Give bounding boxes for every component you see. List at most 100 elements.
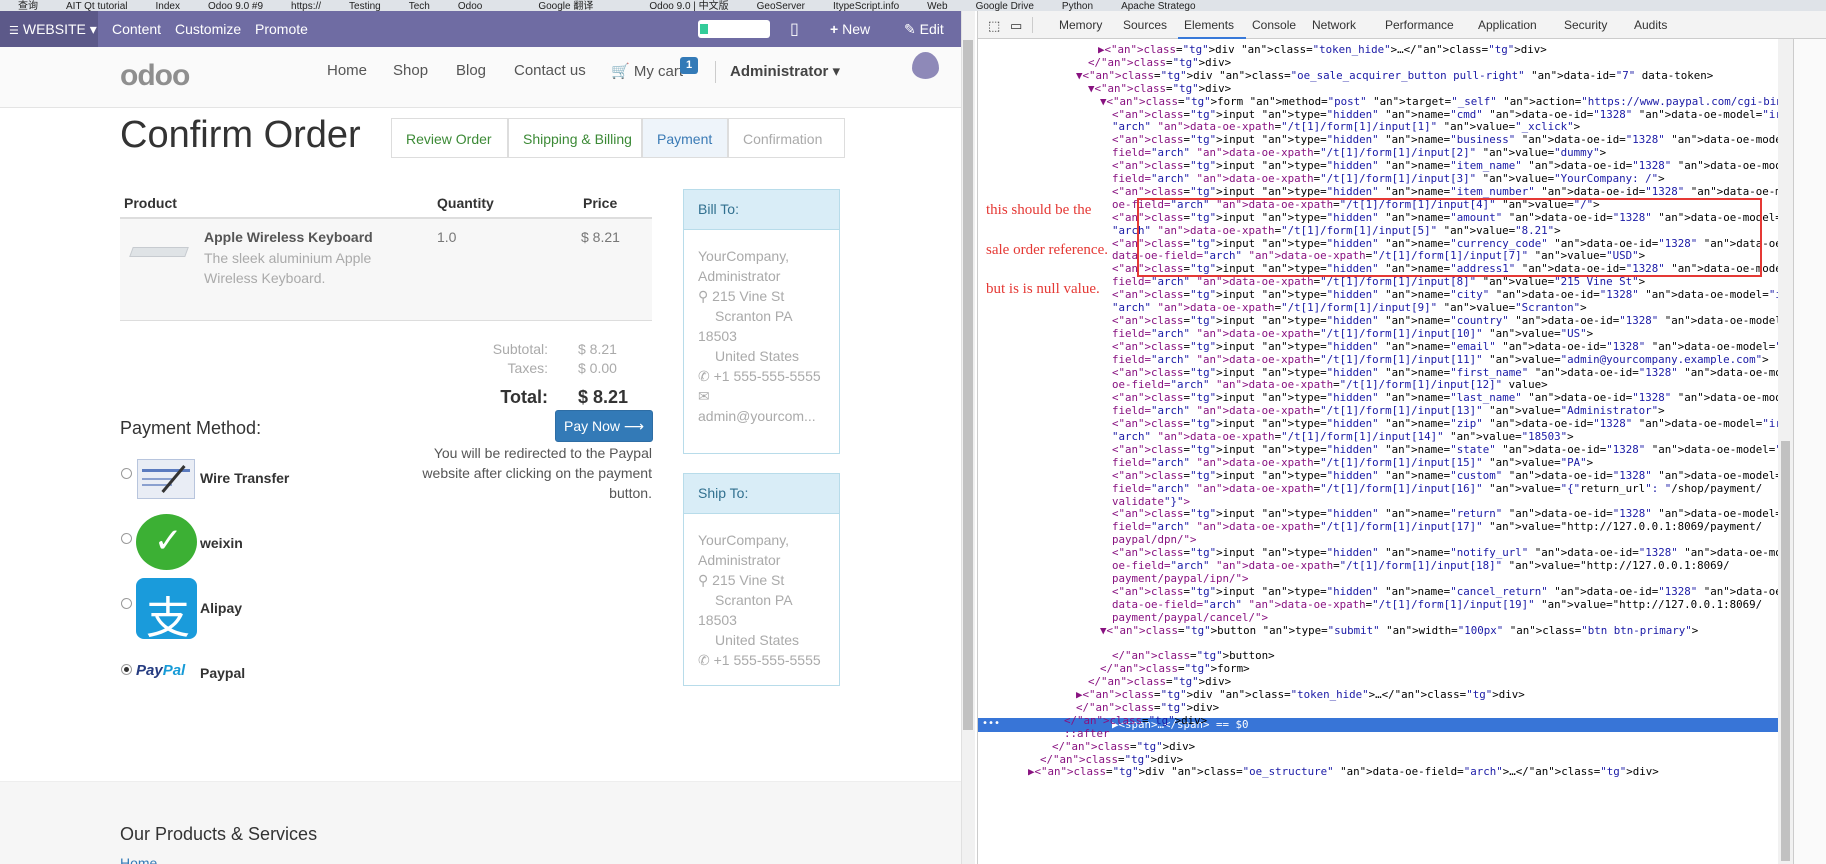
tab-application[interactable]: Application bbox=[1478, 18, 1537, 32]
dom-line[interactable]: field="arch" "an">data-oe-xpath="/t[1]/f… bbox=[1112, 275, 1645, 289]
dom-line[interactable]: <"an">class="tg">input "an">type="hidden… bbox=[1112, 507, 1793, 521]
step-shipping-billing[interactable]: Shipping & Billing bbox=[508, 118, 642, 158]
dom-line[interactable]: <"an">class="tg">input "an">type="hidden… bbox=[1112, 108, 1793, 122]
dom-line[interactable]: ▶<"an">class="tg">div "an">class="token_… bbox=[1076, 688, 1525, 702]
bookmark-item[interactable]: Apache Stratego bbox=[1121, 1, 1196, 11]
dom-line[interactable]: <"an">class="tg">input "an">type="hidden… bbox=[1112, 133, 1793, 147]
dom-line[interactable]: </"an">class="tg">div> bbox=[1088, 56, 1231, 70]
weixin-label[interactable]: weixin bbox=[200, 535, 243, 551]
odoo-logo[interactable]: odoo bbox=[120, 59, 190, 93]
dom-line[interactable]: </"an">class="tg">div> bbox=[1076, 701, 1219, 715]
paypal-label[interactable]: Paypal bbox=[200, 665, 245, 681]
dom-line[interactable]: <"an">class="tg">input "an">type="hidden… bbox=[1112, 391, 1793, 405]
dom-line[interactable]: field="arch" "an">data-oe-xpath="/t[1]/f… bbox=[1112, 172, 1665, 186]
user-menu[interactable]: Administrator ▾ bbox=[730, 62, 840, 80]
paypal-radio[interactable] bbox=[121, 664, 132, 675]
tab-elements[interactable]: Elements bbox=[1184, 18, 1234, 32]
weixin-radio[interactable] bbox=[121, 533, 132, 544]
dom-line[interactable]: ▼<"an">class="tg">button "an">type="subm… bbox=[1100, 624, 1698, 638]
dom-line[interactable]: data-oe-field="arch" "an">data-oe-xpath=… bbox=[1112, 598, 1762, 612]
wire-transfer-label[interactable]: Wire Transfer bbox=[200, 470, 289, 486]
bookmark-item[interactable]: Web bbox=[927, 1, 947, 11]
bookmark-item[interactable]: Odoo 9.0 | 中文版 bbox=[649, 0, 728, 11]
customize-menu[interactable]: Customize bbox=[175, 21, 241, 37]
dom-line[interactable]: ▼<"an">class="tg">form "an">method="post… bbox=[1100, 95, 1793, 109]
dom-line[interactable]: payment/paypal/ipn/"> bbox=[1112, 572, 1249, 586]
nav-cart[interactable]: 🛒 My cart bbox=[611, 62, 683, 80]
bookmark-item[interactable]: GeoServer bbox=[757, 1, 805, 11]
wire-transfer-radio[interactable] bbox=[121, 468, 132, 479]
bookmark-item[interactable]: Python bbox=[1062, 1, 1093, 11]
nav-blog[interactable]: Blog bbox=[456, 62, 486, 79]
dom-line[interactable]: <"an">class="tg">input "an">type="hidden… bbox=[1112, 546, 1793, 560]
dom-line[interactable]: <"an">class="tg">input "an">type="hidden… bbox=[1112, 314, 1793, 328]
dom-line[interactable]: oe-field="arch" "an">data-oe-xpath="/t[1… bbox=[1112, 378, 1548, 392]
dom-line[interactable]: oe-field="arch" "an">data-oe-xpath="/t[1… bbox=[1112, 559, 1730, 573]
dom-line[interactable]: field="arch" "an">data-oe-xpath="/t[1]/f… bbox=[1112, 146, 1606, 160]
tab-memory[interactable]: Memory bbox=[1059, 18, 1102, 32]
dom-line[interactable]: <"an">class="tg">input "an">type="hidden… bbox=[1112, 417, 1793, 431]
step-review-order[interactable]: Review Order bbox=[391, 118, 508, 158]
dom-line[interactable]: </"an">class="tg">div> bbox=[1052, 740, 1195, 754]
bookmark-item[interactable]: AIT Qt tutorial bbox=[66, 1, 128, 11]
dom-line[interactable]: ▶<"an">class="tg">div "an">class="oe_str… bbox=[1028, 765, 1659, 779]
bookmark-item[interactable]: ItypeScript.info bbox=[833, 1, 899, 11]
dom-line[interactable]: field="arch" "an">data-oe-xpath="/t[1]/f… bbox=[1112, 456, 1593, 470]
device-toolbar-icon[interactable]: ▭ bbox=[1010, 18, 1022, 34]
tab-audits[interactable]: Audits bbox=[1634, 18, 1667, 32]
dom-line[interactable]: ::after bbox=[1064, 727, 1110, 741]
tab-console[interactable]: Console bbox=[1252, 18, 1296, 32]
dom-line[interactable]: <"an">class="tg">input "an">type="hidden… bbox=[1112, 288, 1793, 302]
dom-line[interactable]: </"an">class="tg">button> bbox=[1112, 649, 1275, 663]
bookmark-item[interactable]: Odoo bbox=[458, 1, 482, 11]
pay-now-button[interactable]: Pay Now ⟶ bbox=[555, 410, 653, 442]
mobile-preview-icon[interactable]: ▯ bbox=[790, 19, 799, 39]
bookmark-item[interactable]: https:// bbox=[291, 1, 321, 11]
nav-home[interactable]: Home bbox=[327, 62, 367, 79]
dom-line[interactable]: </"an">class="tg">form> bbox=[1100, 662, 1250, 676]
bookmark-item[interactable]: Google Drive bbox=[976, 1, 1034, 11]
dom-line[interactable]: <"an">class="tg">input "an">type="hidden… bbox=[1112, 585, 1793, 599]
content-menu[interactable]: Content bbox=[112, 21, 161, 37]
new-button[interactable]: + New bbox=[830, 21, 870, 37]
dom-line[interactable]: <"an">class="tg">input "an">type="hidden… bbox=[1112, 340, 1793, 354]
dom-line[interactable]: field="arch" "an">data-oe-xpath="/t[1]/f… bbox=[1112, 404, 1665, 418]
theme-drop-icon[interactable] bbox=[912, 52, 939, 79]
keyboard-image[interactable] bbox=[129, 247, 189, 257]
footer-home-link[interactable]: Home bbox=[120, 855, 157, 864]
dom-line[interactable]: <"an">class="tg">input "an">type="hidden… bbox=[1112, 185, 1793, 199]
dom-line[interactable]: field="arch" "an">data-oe-xpath="/t[1]/f… bbox=[1112, 327, 1593, 341]
tab-performance[interactable]: Performance bbox=[1385, 18, 1454, 32]
inspect-element-icon[interactable]: ⬚ bbox=[988, 18, 1000, 34]
bookmark-item[interactable]: Odoo 9.0 #9 bbox=[208, 1, 263, 11]
bookmark-item[interactable]: Tech bbox=[409, 1, 430, 11]
dom-line[interactable]: field="arch" "an">data-oe-xpath="/t[1]/f… bbox=[1112, 353, 1769, 367]
website-menu-label[interactable]: ☰ WEBSITE ▾ bbox=[9, 21, 97, 38]
dom-line[interactable]: <"an">class="tg">input "an">type="hidden… bbox=[1112, 366, 1793, 380]
dom-line[interactable]: "arch" "an">data-oe-xpath="/t[1]/form[1]… bbox=[1112, 301, 1587, 315]
dom-line[interactable]: field="arch" "an">data-oe-xpath="/t[1]/f… bbox=[1112, 482, 1762, 496]
nav-contact[interactable]: Contact us bbox=[514, 62, 586, 79]
nav-shop[interactable]: Shop bbox=[393, 62, 428, 79]
alipay-label[interactable]: Alipay bbox=[200, 600, 242, 616]
alipay-radio[interactable] bbox=[121, 598, 132, 609]
dom-line[interactable]: <"an">class="tg">input "an">type="hidden… bbox=[1112, 443, 1793, 457]
dom-line[interactable]: ▼<"an">class="tg">div "an">class="oe_sal… bbox=[1076, 69, 1713, 83]
dom-tree-scrollbar-thumb[interactable] bbox=[1781, 441, 1790, 861]
page-scrollbar-thumb[interactable] bbox=[963, 40, 973, 730]
dom-line[interactable]: </"an">class="tg">div> bbox=[1040, 753, 1183, 767]
dom-line[interactable]: "arch" "an">data-oe-xpath="/t[1]/form[1]… bbox=[1112, 430, 1574, 444]
tab-security[interactable]: Security bbox=[1564, 18, 1607, 32]
promote-menu[interactable]: Promote bbox=[255, 21, 308, 37]
dom-line[interactable]: validate"}"> bbox=[1112, 495, 1190, 509]
product-name[interactable]: Apple Wireless Keyboard bbox=[204, 229, 373, 245]
dom-line[interactable]: </"an">class="tg">div> bbox=[1088, 675, 1231, 689]
dom-line[interactable]: field="arch" "an">data-oe-xpath="/t[1]/f… bbox=[1112, 520, 1762, 534]
dom-line[interactable]: ▶<"an">class="tg">div "an">class="token_… bbox=[1098, 43, 1547, 57]
edit-button[interactable]: ✎ Edit bbox=[904, 21, 944, 38]
dom-line[interactable]: </"an">class="tg">div> bbox=[1064, 714, 1207, 728]
dom-line[interactable]: <"an">class="tg">input "an">type="hidden… bbox=[1112, 469, 1793, 483]
bookmark-item[interactable]: Testing bbox=[349, 1, 381, 11]
bookmark-item[interactable]: 查询 bbox=[18, 0, 38, 11]
bookmark-item[interactable]: Google 翻译 bbox=[538, 0, 593, 11]
